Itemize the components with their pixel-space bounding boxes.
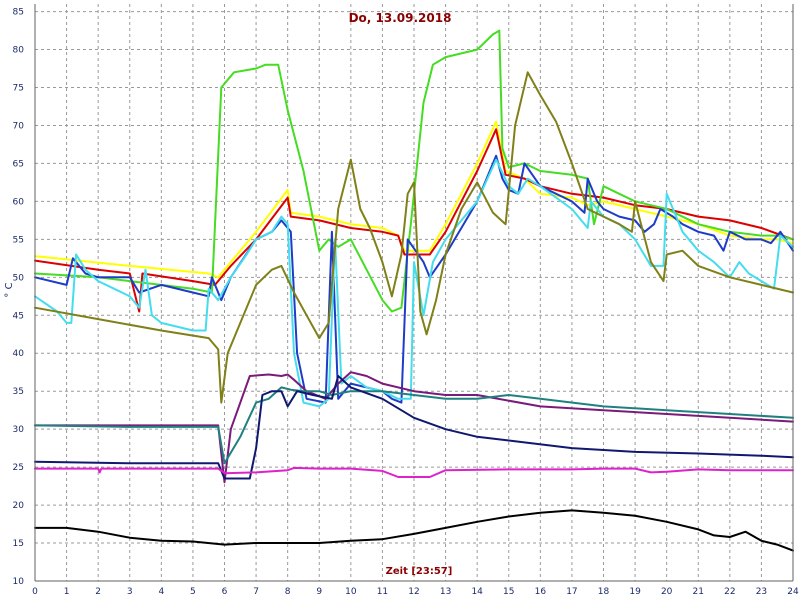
x-tick-label: 0 [32, 587, 38, 597]
x-tick-label: 22 [724, 587, 735, 597]
x-tick-label: 23 [756, 587, 767, 597]
chart-background [0, 0, 800, 600]
x-tick-label: 5 [190, 587, 196, 597]
x-tick-label: 16 [535, 587, 547, 597]
y-tick-label: 85 [13, 8, 24, 18]
y-tick-label: 70 [13, 121, 25, 131]
x-tick-label: 11 [377, 587, 388, 597]
x-tick-label: 9 [316, 587, 322, 597]
x-tick-label: 1 [64, 587, 70, 597]
x-tick-label: 4 [158, 587, 164, 597]
x-tick-label: 18 [598, 587, 610, 597]
chart-title: Do, 13.09.2018 [349, 11, 452, 25]
y-tick-label: 40 [13, 349, 25, 359]
x-tick-label: 13 [440, 587, 451, 597]
x-tick-label: 24 [787, 587, 799, 597]
x-tick-label: 3 [127, 587, 133, 597]
y-tick-label: 10 [13, 577, 25, 587]
x-tick-label: 2 [95, 587, 101, 597]
x-tick-label: 21 [693, 587, 704, 597]
y-tick-label: 60 [13, 197, 25, 207]
y-axis-label: ° C [4, 282, 15, 297]
y-tick-label: 50 [13, 273, 25, 283]
x-tick-label: 17 [566, 587, 577, 597]
x-tick-label: 6 [222, 587, 228, 597]
x-tick-label: 8 [285, 587, 291, 597]
x-tick-label: 20 [661, 587, 673, 597]
y-tick-label: 30 [13, 425, 25, 435]
y-tick-label: 55 [13, 235, 24, 245]
y-tick-label: 20 [13, 501, 25, 511]
x-tick-label: 10 [345, 587, 357, 597]
x-tick-label: 7 [253, 587, 259, 597]
x-tick-label: 19 [629, 587, 641, 597]
y-tick-label: 35 [13, 387, 24, 397]
y-tick-label: 25 [13, 463, 24, 473]
y-tick-label: 80 [13, 46, 25, 56]
x-axis-label: Zeit [23:57] [386, 566, 453, 577]
y-tick-label: 65 [13, 159, 24, 169]
x-tick-label: 15 [503, 587, 514, 597]
y-tick-label: 45 [13, 311, 24, 321]
y-tick-label: 15 [13, 539, 24, 549]
temperature-chart: 0 1 2 3 4 5 6 7 8 9 10 11 12 13 14 15 16 17 18 19 20 21 22 23 24… [0, 0, 800, 600]
y-tick-label: 75 [13, 84, 24, 94]
x-tick-label: 12 [408, 587, 419, 597]
x-tick-label: 14 [471, 587, 483, 597]
